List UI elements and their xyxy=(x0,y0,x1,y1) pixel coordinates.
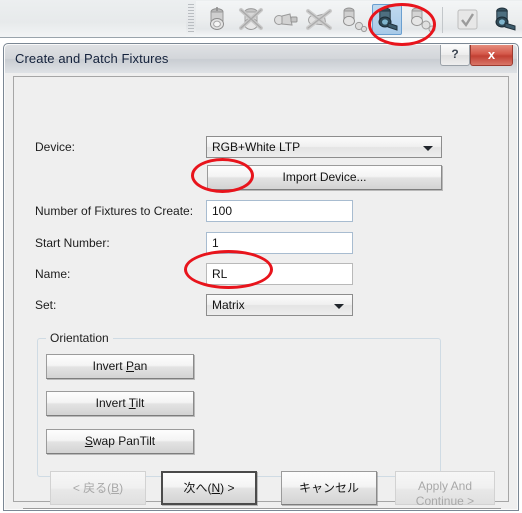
back-accel: B xyxy=(111,481,120,495)
device-combo-value: RGB+White LTP xyxy=(212,140,301,154)
invert-pan-label-pre: Invert xyxy=(92,359,126,373)
dialog-titlebar[interactable]: Create and Patch Fixtures ? x xyxy=(5,45,517,73)
toolbar-separator xyxy=(442,7,443,33)
invert-tilt-label-post: ilt xyxy=(135,396,145,410)
number-of-fixtures-value: 100 xyxy=(212,204,233,218)
invert-tilt-button[interactable]: Invert Tilt xyxy=(46,391,194,416)
fixture-extra-icon[interactable] xyxy=(492,4,522,35)
set-combo-value: Matrix xyxy=(212,298,245,312)
footer-separator-highlight xyxy=(23,509,501,510)
toolbar-button-band xyxy=(196,1,522,37)
start-number-label: Start Number: xyxy=(35,236,110,250)
number-of-fixtures-label: Number of Fixtures to Create: xyxy=(35,204,194,218)
name-label: Name: xyxy=(35,267,71,281)
create-and-patch-fixtures-icon[interactable] xyxy=(372,4,402,35)
unpatch-fixture-icon[interactable] xyxy=(236,4,266,35)
toolbar-empty-area xyxy=(0,0,186,37)
apply-and-continue-line2: Continue > xyxy=(415,494,475,508)
back-button[interactable]: < 戻る(B) xyxy=(50,471,146,505)
close-button[interactable]: x xyxy=(470,45,513,66)
next-button[interactable]: 次へ(N) > xyxy=(161,471,257,505)
invert-pan-accel: P xyxy=(125,359,134,373)
invert-tilt-label-pre: Invert xyxy=(95,396,129,410)
name-input[interactable]: RL xyxy=(206,263,353,285)
toolbar xyxy=(0,0,522,38)
swap-pantilt-label-post: wap PanTilt xyxy=(92,434,156,448)
set-label: Set: xyxy=(35,298,57,312)
name-value: RL xyxy=(212,267,228,281)
swap-pantilt-accel: S xyxy=(84,434,93,448)
cancel-label: キャンセル xyxy=(298,481,359,495)
chevron-down-icon xyxy=(423,146,433,151)
import-device-button[interactable]: Import Device... xyxy=(207,165,442,190)
patch-fixture-icon[interactable] xyxy=(202,4,232,35)
back-label-pre: < 戻る( xyxy=(72,481,112,495)
device-combo[interactable]: RGB+White LTP xyxy=(206,136,442,158)
cancel-button[interactable]: キャンセル xyxy=(281,471,377,505)
start-number-input[interactable]: 1 xyxy=(206,232,353,254)
application-window: Create and Patch Fixtures ? x Device: RG… xyxy=(0,0,522,513)
create-and-patch-fixtures-dialog: Create and Patch Fixtures ? x Device: RG… xyxy=(3,43,519,511)
unpatch-device-icon[interactable] xyxy=(304,4,334,35)
start-number-value: 1 xyxy=(212,236,219,250)
toolbar-grip-handle[interactable] xyxy=(188,4,194,34)
fixture-settings-icon[interactable] xyxy=(406,4,436,35)
patch-device-icon[interactable] xyxy=(270,4,300,35)
number-of-fixtures-input[interactable]: 100 xyxy=(206,200,353,222)
orientation-legend: Orientation xyxy=(46,331,113,345)
invert-tilt-accel: T xyxy=(128,396,136,410)
swap-pantilt-button[interactable]: Swap PanTilt xyxy=(46,429,194,454)
next-accel: N xyxy=(211,481,221,495)
device-label: Device: xyxy=(35,140,76,154)
apply-and-continue-button[interactable]: Apply And Continue > xyxy=(395,471,495,508)
edit-fixture-icon[interactable] xyxy=(338,4,368,35)
set-combo[interactable]: Matrix xyxy=(206,294,353,316)
dialog-title: Create and Patch Fixtures xyxy=(15,51,169,66)
invert-pan-button[interactable]: Invert Pan xyxy=(46,354,194,379)
next-label-post: ) > xyxy=(220,481,235,495)
chevron-down-icon xyxy=(334,304,344,309)
apply-and-continue-line1: Apply And xyxy=(417,479,473,493)
invert-pan-label-post: an xyxy=(134,359,148,373)
back-label-post: ) xyxy=(119,481,124,495)
next-label-pre: 次へ( xyxy=(183,481,212,495)
help-button[interactable]: ? xyxy=(440,45,470,66)
confirm-check-icon[interactable] xyxy=(452,4,482,35)
